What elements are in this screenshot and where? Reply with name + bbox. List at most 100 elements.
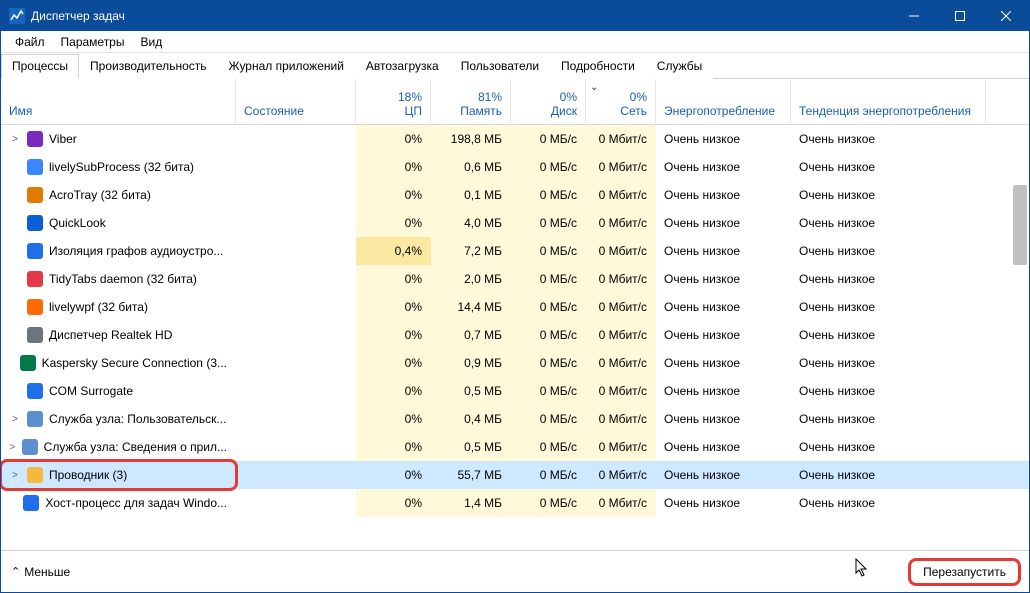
cell-disk: 0 МБ/с: [511, 265, 586, 293]
expand-icon[interactable]: >: [9, 470, 21, 481]
task-manager-window: Диспетчер задач Файл Параметры Вид Проце…: [0, 0, 1030, 593]
process-row[interactable]: QuickLook0%4,0 МБ0 МБ/с0 Мбит/сОчень низ…: [1, 209, 1029, 237]
cell-name: >Проводник (3): [1, 461, 236, 489]
cell-energy: Очень низкое: [656, 265, 791, 293]
tab-4[interactable]: Пользователи: [450, 54, 550, 79]
menu-file[interactable]: Файл: [7, 33, 53, 51]
maximize-button[interactable]: [937, 1, 983, 31]
cell-memory: 2,0 МБ: [431, 265, 511, 293]
cell-name: COM Surrogate: [1, 377, 236, 405]
cell-name: QuickLook: [1, 209, 236, 237]
cell-memory: 0,6 МБ: [431, 153, 511, 181]
cell-network: 0 Мбит/с: [586, 237, 656, 265]
process-icon: [23, 495, 39, 511]
close-button[interactable]: [983, 1, 1029, 31]
process-row[interactable]: Изоляция графов аудиоустро...0,4%7,2 МБ0…: [1, 237, 1029, 265]
menu-options[interactable]: Параметры: [53, 33, 133, 51]
cell-cpu: 0%: [356, 461, 431, 489]
process-icon: [27, 159, 43, 175]
cell-energy: Очень низкое: [656, 377, 791, 405]
tabs: ПроцессыПроизводительностьЖурнал приложе…: [1, 53, 1029, 79]
expand-icon[interactable]: >: [9, 442, 16, 453]
expand-icon[interactable]: >: [9, 414, 21, 425]
fewer-details-button[interactable]: ⌃ Меньше: [11, 565, 70, 579]
cell-state: [236, 377, 356, 405]
process-icon: [27, 215, 43, 231]
col-state[interactable]: Состояние: [236, 79, 356, 124]
process-row[interactable]: AcroTray (32 бита)0%0,1 МБ0 МБ/с0 Мбит/с…: [1, 181, 1029, 209]
process-row[interactable]: TidyTabs daemon (32 бита) 0%2,0 МБ0 МБ/с0…: [1, 265, 1029, 293]
cell-name: livelywpf (32 бита): [1, 293, 236, 321]
tab-1[interactable]: Производительность: [79, 54, 217, 79]
process-row[interactable]: COM Surrogate0%0,5 МБ0 МБ/с0 Мбит/сОчень…: [1, 377, 1029, 405]
process-name: Изоляция графов аудиоустро...: [49, 244, 223, 258]
cell-memory: 0,9 МБ: [431, 349, 511, 377]
cell-name: >Служба узла: Пользовательск...: [1, 405, 236, 433]
col-energy-trend[interactable]: Тенденция энергопотребления: [791, 79, 986, 124]
cell-name: Диспетчер Realtek HD: [1, 321, 236, 349]
process-row[interactable]: Хост-процесс для задач Windo...0%1,4 МБ0…: [1, 489, 1029, 517]
process-row[interactable]: >Viber0%198,8 МБ0 МБ/с0 Мбит/сОчень низк…: [1, 125, 1029, 153]
cell-network: 0 Мбит/с: [586, 293, 656, 321]
tab-2[interactable]: Журнал приложений: [218, 54, 355, 79]
tab-0[interactable]: Процессы: [1, 54, 79, 79]
col-energy[interactable]: Энергопотребление: [656, 79, 791, 124]
tab-3[interactable]: Автозагрузка: [355, 54, 450, 79]
process-name: TidyTabs daemon (32 бита): [49, 272, 197, 286]
process-row[interactable]: >Служба узла: Сведения о прил...0%0,5 МБ…: [1, 433, 1029, 461]
process-name: COM Surrogate: [49, 384, 133, 398]
cell-energy-trend: Очень низкое: [791, 265, 986, 293]
minimize-button[interactable]: [891, 1, 937, 31]
cell-network: 0 Мбит/с: [586, 461, 656, 489]
process-icon: [27, 187, 43, 203]
cell-cpu: 0%: [356, 265, 431, 293]
cell-network: 0 Мбит/с: [586, 265, 656, 293]
cell-memory: 14,4 МБ: [431, 293, 511, 321]
cell-state: [236, 265, 356, 293]
cell-energy-trend: Очень низкое: [791, 153, 986, 181]
cell-state: [236, 405, 356, 433]
col-mem[interactable]: 81%Память: [431, 79, 511, 124]
cell-cpu: 0%: [356, 433, 431, 461]
cursor-icon: [855, 558, 869, 578]
process-name: AcroTray (32 бита): [49, 188, 151, 202]
chevron-down-icon: ⌄: [590, 82, 598, 93]
cell-energy-trend: Очень низкое: [791, 461, 986, 489]
cell-name: AcroTray (32 бита): [1, 181, 236, 209]
col-disk[interactable]: 0%Диск: [511, 79, 586, 124]
cell-memory: 7,2 МБ: [431, 237, 511, 265]
process-row[interactable]: Диспетчер Realtek HD0%0,7 МБ0 МБ/с0 Мбит…: [1, 321, 1029, 349]
cell-memory: 4,0 МБ: [431, 209, 511, 237]
cell-disk: 0 МБ/с: [511, 461, 586, 489]
process-row[interactable]: Kaspersky Secure Connection (3...0%0,9 М…: [1, 349, 1029, 377]
cell-network: 0 Мбит/с: [586, 405, 656, 433]
expand-icon[interactable]: >: [9, 134, 21, 145]
cell-energy: Очень низкое: [656, 237, 791, 265]
cell-name: TidyTabs daemon (32 бита): [1, 265, 236, 293]
cell-energy: Очень низкое: [656, 293, 791, 321]
process-row[interactable]: livelywpf (32 бита)0%14,4 МБ0 МБ/с0 Мбит…: [1, 293, 1029, 321]
tab-5[interactable]: Подробности: [550, 54, 646, 79]
cell-energy-trend: Очень низкое: [791, 433, 986, 461]
cell-name: Изоляция графов аудиоустро...: [1, 237, 236, 265]
col-name[interactable]: Имя: [1, 79, 236, 124]
titlebar[interactable]: Диспетчер задач: [1, 1, 1029, 31]
process-row[interactable]: livelySubProcess (32 бита)0%0,6 МБ0 МБ/с…: [1, 153, 1029, 181]
cell-network: 0 Мбит/с: [586, 209, 656, 237]
process-row[interactable]: >Проводник (3)0%55,7 МБ0 МБ/с0 Мбит/сОче…: [1, 461, 1029, 489]
column-headers: Имя Состояние 18%ЦП 81%Память 0%Диск ⌄0%…: [1, 79, 1029, 125]
process-row[interactable]: >Служба узла: Пользовательск...0%0,4 МБ0…: [1, 405, 1029, 433]
restart-button[interactable]: Перезапустить: [910, 560, 1019, 584]
col-net[interactable]: ⌄0%Сеть: [586, 79, 656, 124]
cell-memory: 0,7 МБ: [431, 321, 511, 349]
cell-name: >Viber: [1, 125, 236, 153]
window-title: Диспетчер задач: [31, 9, 891, 23]
cell-memory: 0,1 МБ: [431, 181, 511, 209]
scrollbar-thumb[interactable]: [1013, 185, 1027, 265]
tab-6[interactable]: Службы: [646, 54, 713, 79]
cell-disk: 0 МБ/с: [511, 237, 586, 265]
menu-view[interactable]: Вид: [132, 33, 170, 51]
col-cpu[interactable]: 18%ЦП: [356, 79, 431, 124]
cell-state: [236, 349, 356, 377]
process-icon: [27, 299, 43, 315]
